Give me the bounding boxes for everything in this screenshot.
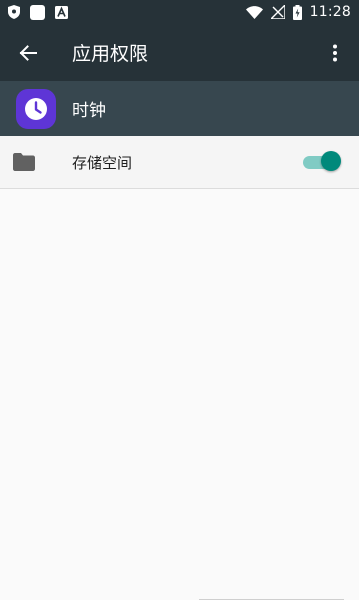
status-left-icons <box>8 4 68 20</box>
status-right-icons: 11:28 <box>245 0 351 24</box>
wifi-icon <box>245 5 263 19</box>
more-vert-icon <box>332 44 338 62</box>
status-bar: 11:28 <box>0 0 359 24</box>
permission-row-storage[interactable]: 存储空间 <box>0 136 359 189</box>
shield-icon <box>8 5 20 19</box>
a-icon <box>55 5 68 19</box>
overflow-menu-button[interactable] <box>317 24 353 81</box>
no-signal-icon <box>270 5 285 19</box>
permission-list: 存储空间 <box>0 136 359 189</box>
battery-charging-icon <box>292 4 302 20</box>
clock-icon <box>16 88 56 129</box>
folder-icon <box>12 150 36 174</box>
square-icon <box>30 4 45 20</box>
arrow-back-icon <box>19 44 37 62</box>
toggle-thumb <box>321 151 341 171</box>
app-name: 时钟 <box>72 101 106 121</box>
app-bar: 应用权限 <box>0 24 359 81</box>
page-title: 应用权限 <box>72 43 149 65</box>
permission-label: 存储空间 <box>72 153 133 172</box>
back-button[interactable] <box>0 25 56 81</box>
screen: 11:28 应用权限 时钟 存储空间 <box>0 0 359 600</box>
status-time: 11:28 <box>309 4 351 20</box>
storage-permission-toggle[interactable] <box>303 151 341 173</box>
app-header: 时钟 <box>0 81 359 136</box>
